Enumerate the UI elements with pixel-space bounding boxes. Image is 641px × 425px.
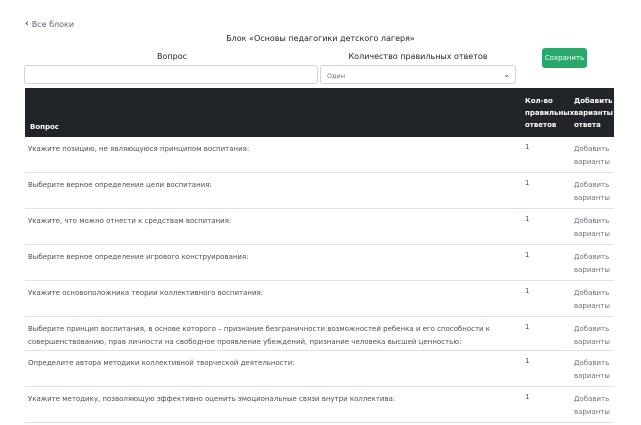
table-row: Укажите, что можно отнести к средствам в… [25, 209, 614, 245]
page-title: Блок «Основы педагогики детского лагеря» [226, 34, 415, 43]
count-cell: 1 [525, 179, 530, 187]
add-variants-link[interactable]: Добавить варианты [574, 143, 614, 169]
question-cell: Укажите основоположника теории коллектив… [28, 289, 264, 297]
question-cell: Выберите принцип воспитания, в основе ко… [28, 325, 491, 346]
question-cell: Выберите верное определение цели воспита… [28, 181, 212, 189]
count-cell: 1 [525, 251, 530, 259]
save-button[interactable]: Сохранить [542, 48, 587, 68]
question-label: Вопрос [157, 52, 187, 61]
table-row: Выберите принцип воспитания, в основе ко… [25, 317, 614, 351]
count-cell: 1 [525, 215, 530, 223]
back-link[interactable]: ‹ Все блоки [25, 19, 75, 30]
question-cell: Определите автора методики коллективной … [28, 359, 295, 367]
question-form: Вопрос Количество правильных ответов Оди… [24, 52, 516, 86]
count-select-value: Один [327, 72, 346, 80]
question-cell: Укажите позицию, не являющуюся принципом… [28, 145, 250, 153]
count-label: Количество правильных ответов [348, 52, 488, 61]
table-row: Укажите методику, позволяющую эффективно… [25, 387, 614, 423]
count-cell: 1 [525, 323, 530, 331]
back-link-label: Все блоки [31, 20, 75, 29]
add-variants-link[interactable]: Добавить варианты [574, 215, 614, 241]
question-cell: Укажите методику, позволяющую эффективно… [28, 395, 396, 403]
add-variants-link[interactable]: Добавить варианты [574, 393, 614, 419]
add-variants-link[interactable]: Добавить варианты [574, 251, 614, 277]
count-cell: 1 [525, 393, 530, 401]
add-variants-link[interactable]: Добавить варианты [574, 323, 614, 349]
header-count: Кол-во правильных ответов [525, 97, 575, 129]
count-select[interactable]: Один ⌄ [320, 65, 516, 84]
table-row: Укажите основоположника теории коллектив… [25, 281, 614, 317]
chevron-down-icon: ⌄ [503, 70, 510, 79]
table-row: Выберите верное определение игрового кон… [25, 245, 614, 281]
table-row: Укажите позицию, не являющуюся принципом… [25, 137, 614, 173]
add-variants-link[interactable]: Добавить варианты [574, 179, 614, 205]
table-row: Выберите верное определение цели воспита… [25, 173, 614, 209]
header-question: Вопрос [30, 123, 59, 131]
table-header: Вопрос Кол-во правильных ответов Добавит… [25, 88, 614, 137]
table-body: Укажите позицию, не являющуюся принципом… [25, 137, 614, 423]
add-variants-link[interactable]: Добавить варианты [574, 357, 614, 383]
count-cell: 1 [525, 143, 530, 151]
count-cell: 1 [525, 357, 530, 365]
table-row: Определите автора методики коллективной … [25, 351, 614, 387]
questions-table: Вопрос Кол-во правильных ответов Добавит… [25, 88, 614, 423]
chevron-left-icon: ‹ [25, 19, 29, 29]
count-cell: 1 [525, 287, 530, 295]
question-cell: Укажите, что можно отнести к средствам в… [28, 217, 232, 225]
question-input[interactable] [24, 65, 318, 84]
add-variants-link[interactable]: Добавить варианты [574, 287, 614, 313]
question-cell: Выберите верное определение игрового кон… [28, 253, 249, 261]
header-add-variants: Добавить варианты ответа [574, 97, 614, 129]
